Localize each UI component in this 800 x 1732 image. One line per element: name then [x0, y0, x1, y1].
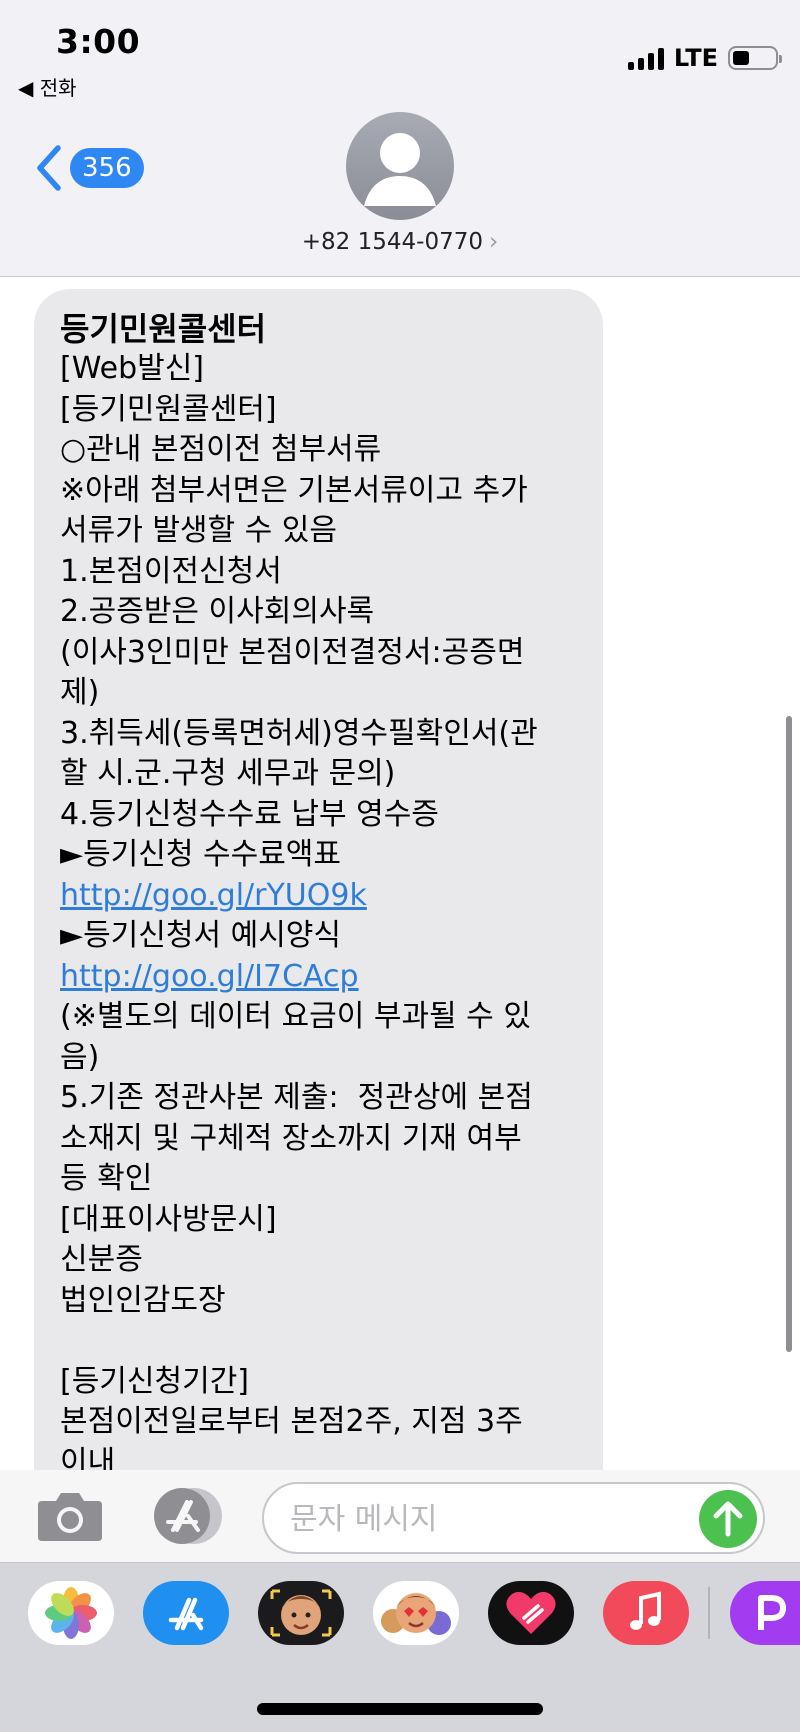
- message-line: [Web발신]: [60, 351, 205, 386]
- message-line: 이내: [60, 1444, 116, 1471]
- form-sample-link[interactable]: http://goo.gl/I7CAcp: [60, 959, 359, 994]
- message-line: ※아래 첨부서면은 기본서류이고 추가: [60, 472, 528, 508]
- back-button[interactable]: 356: [32, 144, 144, 192]
- message-line: ○관내 본점이전 첨부서류: [60, 432, 382, 467]
- message-sender: 등기민원콜센터: [60, 310, 267, 348]
- conversation-header: 3:00 ◀ 전화 LTE 356 +82 1544-0770 ›: [0, 0, 800, 277]
- message-line: 4.등기신청수수료 납부 영수증: [60, 796, 439, 832]
- return-to-call-link[interactable]: ◀ 전화: [18, 72, 77, 101]
- status-time: 3:00: [56, 22, 141, 61]
- message-line: [등기신청기간]: [60, 1363, 250, 1399]
- person-silhouette-icon: [364, 133, 436, 206]
- camera-icon[interactable]: [36, 1489, 104, 1543]
- message-line: ►등기신청서 예시양식: [60, 918, 342, 953]
- battery-level: [733, 51, 749, 65]
- compose-bar: [0, 1470, 800, 1562]
- message-line: 1.본점이전신청서: [60, 553, 282, 589]
- app-store-icon[interactable]: [148, 1486, 228, 1546]
- message-line: 2.공증받은 이사회의사록: [60, 594, 375, 629]
- heart-icon: [506, 1591, 556, 1634]
- app-store-app-icon[interactable]: [143, 1581, 229, 1645]
- status-indicators: LTE: [627, 44, 782, 72]
- imessage-app-drawer: [0, 1562, 800, 1732]
- fee-table-link[interactable]: http://goo.gl/rYUO9k: [60, 878, 367, 913]
- message-bubble[interactable]: 등기민원콜센터 [Web발신] [등기민원콜센터] ○관내 본점이전 첨부서류 …: [34, 289, 603, 1470]
- network-type: LTE: [673, 44, 718, 72]
- memoji-stickers-icon: [381, 1593, 451, 1635]
- digital-touch-app-icon[interactable]: [488, 1581, 574, 1645]
- contact-number: +82 1544-0770: [301, 229, 483, 255]
- message-line: (※별도의 데이터 요금이 부과될 수 있: [60, 999, 531, 1034]
- message-line: [60, 1321, 577, 1362]
- contact-info-link[interactable]: +82 1544-0770 ›: [0, 229, 800, 255]
- home-indicator[interactable]: [257, 1703, 543, 1715]
- message-line: 음): [60, 1039, 100, 1075]
- message-line: 제): [60, 675, 100, 710]
- photos-app-icon[interactable]: [28, 1581, 114, 1645]
- message-line: 등 확인: [60, 1161, 153, 1196]
- message-line: [등기민원콜센터]: [60, 391, 277, 427]
- message-input-field[interactable]: [262, 1482, 765, 1554]
- message-line: 5.기존 정관사본 제출: 정관상에 본점: [60, 1080, 533, 1115]
- memoji-face-icon: [270, 1589, 332, 1637]
- message-line: [대표이사방문시]: [60, 1201, 277, 1237]
- message-line: 소재지 및 구체적 장소까지 기재 여부: [60, 1120, 522, 1156]
- message-line: 3.취득세(등록면허세)영수필확인서(관: [60, 715, 538, 751]
- cellular-signal-icon: [627, 46, 664, 70]
- message-line: (이사3인미만 본점이전결정서:공증면: [60, 634, 525, 670]
- message-line: 신분증: [60, 1242, 143, 1277]
- scrollbar[interactable]: [786, 716, 792, 1352]
- back-chevron-icon: [37, 145, 61, 191]
- send-arrow-icon: [713, 1501, 743, 1537]
- send-button[interactable]: [699, 1490, 757, 1548]
- music-note-icon: [630, 1591, 661, 1630]
- message-input[interactable]: [290, 1498, 670, 1540]
- message-line: 본점이전일로부터 본점2주, 지점 3주: [60, 1404, 523, 1439]
- message-line: ►등기신청 수수료액표: [60, 837, 342, 872]
- photos-flower-icon: [45, 1587, 97, 1639]
- app-drawer-divider: [708, 1587, 710, 1639]
- music-app-icon[interactable]: [603, 1581, 689, 1645]
- unread-count-badge: 356: [70, 148, 144, 188]
- message-list[interactable]: 등기민원콜센터 [Web발신] [등기민원콜센터] ○관내 본점이전 첨부서류 …: [0, 278, 800, 1470]
- partial-app-icon[interactable]: [730, 1581, 800, 1645]
- p-letter-icon: [758, 1595, 786, 1630]
- app-store-a-icon: [168, 1597, 204, 1631]
- message-line: 서류가 발생할 수 있음: [60, 513, 338, 548]
- chevron-right-icon: ›: [489, 229, 499, 255]
- message-line: 할 시.군.구청 세무과 문의): [60, 756, 396, 791]
- memoji-stickers-app-icon[interactable]: [373, 1581, 459, 1645]
- contact-avatar-icon[interactable]: [346, 112, 454, 220]
- message-line: 법인인감도장: [60, 1282, 226, 1318]
- memoji-camera-app-icon[interactable]: [258, 1581, 344, 1645]
- battery-icon: [728, 46, 782, 70]
